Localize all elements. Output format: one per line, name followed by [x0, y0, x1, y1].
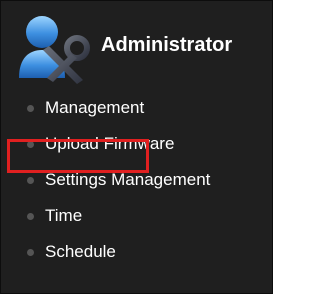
bullet-icon: [27, 177, 34, 184]
menu-item-schedule[interactable]: Schedule: [1, 233, 272, 269]
menu-item-label: Time: [45, 206, 83, 225]
header-title: Administrator: [101, 34, 233, 56]
menu-item-management[interactable]: Management: [1, 89, 272, 125]
admin-menu: Management Upload Firmware Settings Mana…: [1, 89, 272, 293]
menu-item-label: Upload Firmware: [45, 134, 175, 153]
menu-item-upload-firmware[interactable]: Upload Firmware: [1, 125, 272, 161]
bullet-icon: [27, 141, 34, 148]
bullet-icon: [27, 213, 34, 220]
menu-item-time[interactable]: Time: [1, 197, 272, 233]
bullet-icon: [27, 249, 34, 256]
menu-item-settings-management[interactable]: Settings Management: [1, 161, 272, 197]
bullet-icon: [27, 105, 34, 112]
menu-item-label: Schedule: [45, 242, 116, 261]
admin-tools-icon: [19, 16, 90, 84]
menu-item-label: Settings Management: [45, 170, 211, 189]
admin-header: Administrator: [1, 1, 272, 89]
admin-sidebar-panel: Administrator Management Upload Firmware…: [0, 0, 273, 294]
menu-item-label: Management: [45, 98, 145, 117]
